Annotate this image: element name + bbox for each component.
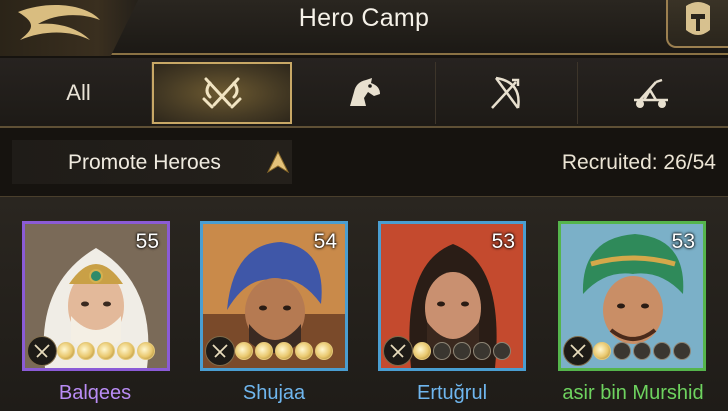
star-icon <box>117 342 135 360</box>
bow-arrow-icon <box>490 76 520 109</box>
header-bar: Hero Camp <box>0 0 728 56</box>
crossed-swords-icon <box>570 344 586 358</box>
hero-card-shujaa[interactable]: 54 <box>200 221 348 371</box>
tab-all-label: All <box>66 80 91 105</box>
star-rating <box>593 342 691 360</box>
star-icon <box>295 342 313 360</box>
helmet-icon <box>686 2 710 35</box>
tab-infantry[interactable] <box>152 62 292 124</box>
hero-name: Shujaa <box>242 382 306 404</box>
star-icon <box>453 342 471 360</box>
star-rating <box>413 342 511 360</box>
infantry-badge <box>27 336 57 366</box>
star-icon <box>653 342 671 360</box>
promote-heroes-button[interactable]: Promote Heroes <box>12 140 292 184</box>
crossed-swords-icon <box>212 344 228 358</box>
tab-cavalry[interactable] <box>292 62 436 124</box>
crossed-swords-icon <box>202 77 242 109</box>
hero-level: 55 <box>135 230 159 253</box>
catapult-icon <box>634 78 668 108</box>
infantry-badge <box>383 336 413 366</box>
horse-head-icon <box>349 78 380 106</box>
star-icon <box>433 342 451 360</box>
star-icon <box>275 342 293 360</box>
promote-arrow-icon <box>266 150 290 174</box>
hero-name: Balqees <box>58 382 132 404</box>
tab-all[interactable]: All <box>6 62 152 124</box>
star-icon <box>255 342 273 360</box>
star-icon <box>315 342 333 360</box>
hero-level: 54 <box>313 230 337 253</box>
tab-archer[interactable] <box>436 62 578 124</box>
star-icon <box>57 342 75 360</box>
hero-level: 53 <box>491 230 515 253</box>
star-icon <box>493 342 511 360</box>
crossed-swords-icon <box>34 344 50 358</box>
hero-card-ertugrul[interactable]: 53 <box>378 221 526 371</box>
infantry-badge <box>563 336 593 366</box>
hero-name: Ertuğrul <box>416 382 488 404</box>
page-title: Hero Camp <box>298 4 430 32</box>
hero-card-nasir-bin-murshid[interactable]: 53 <box>558 221 706 371</box>
star-icon <box>673 342 691 360</box>
helmet-button[interactable] <box>666 0 728 48</box>
tab-siege[interactable] <box>578 62 724 124</box>
star-icon <box>593 342 611 360</box>
star-rating <box>235 342 333 360</box>
star-icon <box>97 342 115 360</box>
star-icon <box>137 342 155 360</box>
star-icon <box>413 342 431 360</box>
hero-level: 53 <box>671 230 695 253</box>
star-icon <box>613 342 631 360</box>
star-icon <box>235 342 253 360</box>
star-rating <box>57 342 155 360</box>
class-filter-tabs: All <box>0 58 728 128</box>
hero-card-balqees[interactable]: 55 <box>22 221 170 371</box>
star-icon <box>473 342 491 360</box>
crossed-swords-icon <box>390 344 406 358</box>
star-icon <box>633 342 651 360</box>
infantry-badge <box>205 336 235 366</box>
star-icon <box>77 342 95 360</box>
promote-heroes-label: Promote Heroes <box>68 151 221 174</box>
recruited-counter: Recruited: 26/54 <box>561 151 716 174</box>
hero-name: asir bin Murshid <box>562 382 704 404</box>
